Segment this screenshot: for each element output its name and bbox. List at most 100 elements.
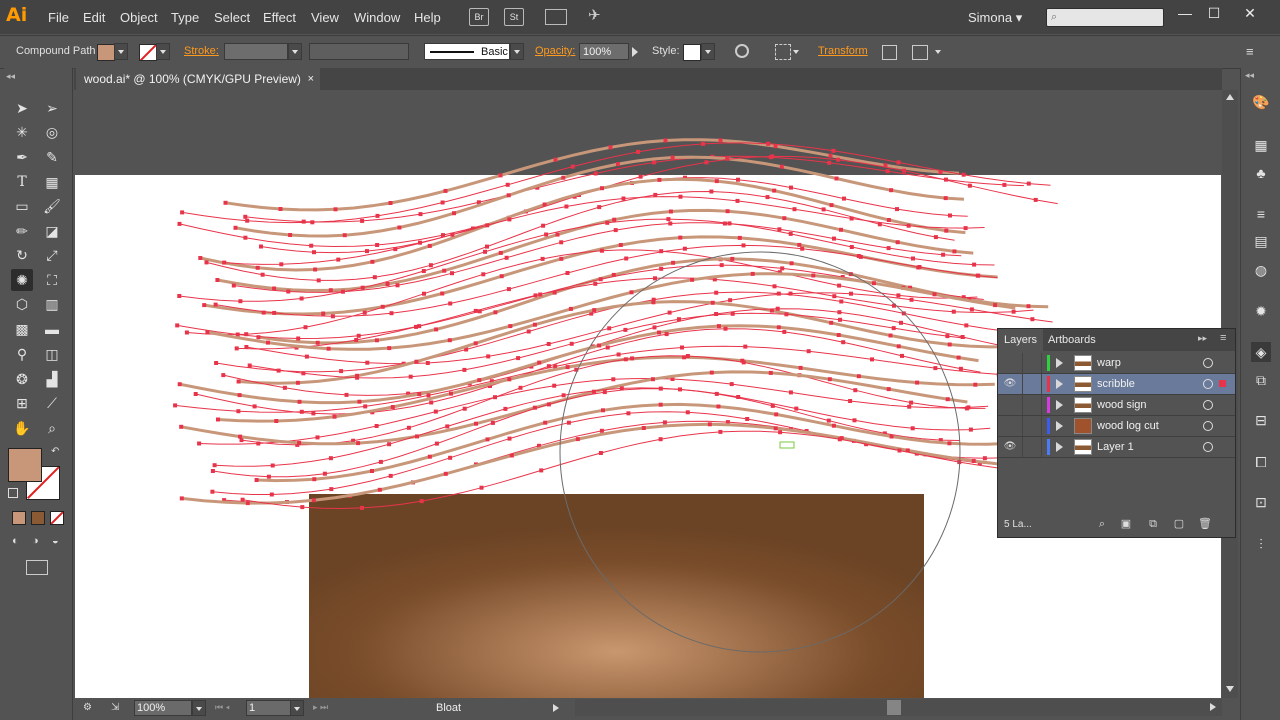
bloat-tool-icon[interactable]: ✺ — [11, 269, 33, 291]
artboard-tool-icon[interactable]: ⊞ — [11, 392, 33, 414]
blend-tool-icon[interactable]: ◫ — [41, 343, 63, 365]
menu-help[interactable]: Help — [414, 10, 441, 25]
style-swatch[interactable] — [683, 44, 701, 61]
transform-panel-icon[interactable]: ⊡ — [1251, 492, 1271, 512]
menu-type[interactable]: Type — [171, 10, 199, 25]
pen-tool-icon[interactable]: ✒ — [11, 146, 33, 168]
layer-row[interactable]: wood log cut — [998, 416, 1235, 437]
artboard-number-field[interactable]: 1 — [246, 700, 294, 716]
eraser-tool-icon[interactable]: ◪ — [41, 220, 63, 242]
draw-inside-icon[interactable]: ◒ — [52, 535, 59, 547]
style-dropdown[interactable] — [701, 43, 715, 60]
stroke-weight-dropdown[interactable] — [288, 43, 302, 60]
delete-layer-icon[interactable]: 🗑 — [1198, 517, 1212, 531]
first-artboard-icon[interactable]: ⏮ ◂ — [215, 702, 230, 713]
opacity-field[interactable]: 100% — [579, 43, 629, 60]
transform-link[interactable]: Transform — [818, 45, 868, 57]
target-icon[interactable] — [1203, 379, 1213, 389]
scroll-right-icon[interactable] — [1210, 703, 1216, 711]
rectangle-tool-icon[interactable]: ▭ — [11, 195, 33, 217]
menu-select[interactable]: Select — [214, 10, 250, 25]
menu-file[interactable]: File — [48, 10, 69, 25]
column-graph-tool-icon[interactable]: ▟ — [41, 368, 63, 390]
close-document-icon[interactable]: × — [308, 68, 314, 90]
expand-layer-icon[interactable] — [1056, 442, 1063, 452]
menu-window[interactable]: Window — [354, 10, 400, 25]
horizontal-scroll-thumb[interactable] — [887, 700, 901, 715]
stroke-weight-field[interactable] — [224, 43, 288, 60]
color-mode-icon[interactable] — [12, 511, 26, 525]
lasso-tool-icon[interactable]: ◎ — [41, 121, 63, 143]
links-panel-icon[interactable]: ⫶ — [1251, 534, 1271, 554]
recolor-artwork-icon[interactable] — [735, 44, 749, 58]
open-in-new-icon[interactable]: ⇲ — [111, 702, 119, 713]
expand-layer-icon[interactable] — [1056, 421, 1063, 431]
new-sublayer-icon[interactable]: ⧉ — [1146, 517, 1160, 531]
fill-dropdown[interactable] — [114, 43, 128, 60]
brushes-panel-icon[interactable]: ♣ — [1251, 163, 1271, 183]
stroke-panel-icon[interactable]: ≡ — [1251, 204, 1271, 224]
visibility-eye-icon[interactable]: 👁 — [1002, 439, 1018, 455]
fill-swatch[interactable] — [97, 44, 115, 61]
expand-layer-icon[interactable] — [1056, 400, 1063, 410]
gpu-performance-icon[interactable]: ✈ — [588, 6, 601, 24]
menu-effect[interactable]: Effect — [263, 10, 296, 25]
maximize-button[interactable]: ☐ — [1205, 5, 1223, 23]
draw-normal-icon[interactable]: ◐ — [12, 535, 19, 547]
layers-panel-icon[interactable]: ◈ — [1251, 342, 1271, 362]
transparency-panel-icon[interactable]: ◍ — [1251, 260, 1271, 280]
visibility-eye-icon[interactable] — [1002, 397, 1018, 413]
visibility-eye-icon[interactable] — [1002, 418, 1018, 434]
fill-color-box[interactable] — [8, 448, 42, 482]
isolate-icon[interactable] — [882, 45, 897, 60]
pathfinder-panel-icon[interactable]: ⧠ — [1251, 452, 1271, 472]
free-transform-tool-icon[interactable]: ⛶ — [41, 269, 63, 291]
layer-row[interactable]: wood sign — [998, 395, 1235, 416]
next-artboard-icon[interactable]: ▸ ⏭ — [313, 702, 328, 713]
slice-tool-icon[interactable]: ⟋ — [41, 392, 63, 414]
stock-button[interactable]: St — [504, 8, 524, 26]
lock-toggle[interactable] — [1022, 374, 1042, 394]
locate-object-icon[interactable]: ⌕ — [1095, 517, 1109, 531]
arrange-dropdown-icon[interactable] — [935, 50, 941, 54]
layer-row[interactable]: 👁 Layer 1 — [998, 437, 1235, 458]
color-panel-icon[interactable]: 🎨 — [1251, 92, 1271, 112]
align-icon[interactable] — [775, 44, 791, 60]
tab-artboards[interactable]: Artboards — [1042, 329, 1102, 351]
appearance-panel-icon[interactable]: ✹ — [1251, 301, 1271, 321]
artboard-dropdown[interactable] — [290, 700, 304, 716]
lock-toggle[interactable] — [1022, 416, 1042, 436]
clipping-mask-icon[interactable]: ▣ — [1119, 517, 1133, 531]
arrange-documents-icon[interactable] — [545, 9, 567, 25]
menu-edit[interactable]: Edit — [83, 10, 105, 25]
align-dropdown-icon[interactable] — [793, 50, 799, 54]
gradient-mode-icon[interactable] — [31, 511, 45, 525]
tab-layers[interactable]: Layers — [998, 329, 1044, 351]
gpu-status-icon[interactable]: ⚙ — [83, 702, 92, 713]
selection-indicator[interactable] — [1219, 380, 1226, 387]
paintbrush-tool-icon[interactable]: 🖌 — [41, 195, 63, 217]
pencil-tool-icon[interactable]: ✏ — [11, 220, 33, 242]
expand-layer-icon[interactable] — [1056, 358, 1063, 368]
target-icon[interactable] — [1203, 400, 1213, 410]
new-layer-icon[interactable]: ▢ — [1172, 517, 1186, 531]
expand-panels-icon[interactable]: ◂◂ — [1245, 70, 1254, 81]
opacity-label[interactable]: Opacity: — [535, 45, 575, 57]
opacity-arrow-icon[interactable] — [632, 47, 638, 57]
close-window-button[interactable]: ✕ — [1241, 5, 1259, 23]
eyedropper-tool-icon[interactable]: ⚲ — [11, 343, 33, 365]
default-fill-stroke-icon[interactable] — [8, 488, 18, 498]
lock-toggle[interactable] — [1022, 353, 1042, 373]
symbol-sprayer-tool-icon[interactable]: ❂ — [11, 368, 33, 390]
collapse-panel-icon[interactable]: ▸▸ — [1198, 333, 1207, 344]
brush-dropdown[interactable] — [510, 43, 524, 60]
expand-layer-icon[interactable] — [1056, 379, 1063, 389]
mesh-tool-icon[interactable]: ▩ — [11, 318, 33, 340]
curvature-tool-icon[interactable]: ✎ — [41, 146, 63, 168]
perspective-grid-tool-icon[interactable]: ▥ — [41, 293, 63, 315]
stroke-label[interactable]: Stroke: — [184, 45, 219, 57]
lock-toggle[interactable] — [1022, 437, 1042, 457]
menu-view[interactable]: View — [311, 10, 339, 25]
visibility-eye-icon[interactable] — [1002, 355, 1018, 371]
type-tool-icon[interactable]: T — [11, 171, 33, 193]
